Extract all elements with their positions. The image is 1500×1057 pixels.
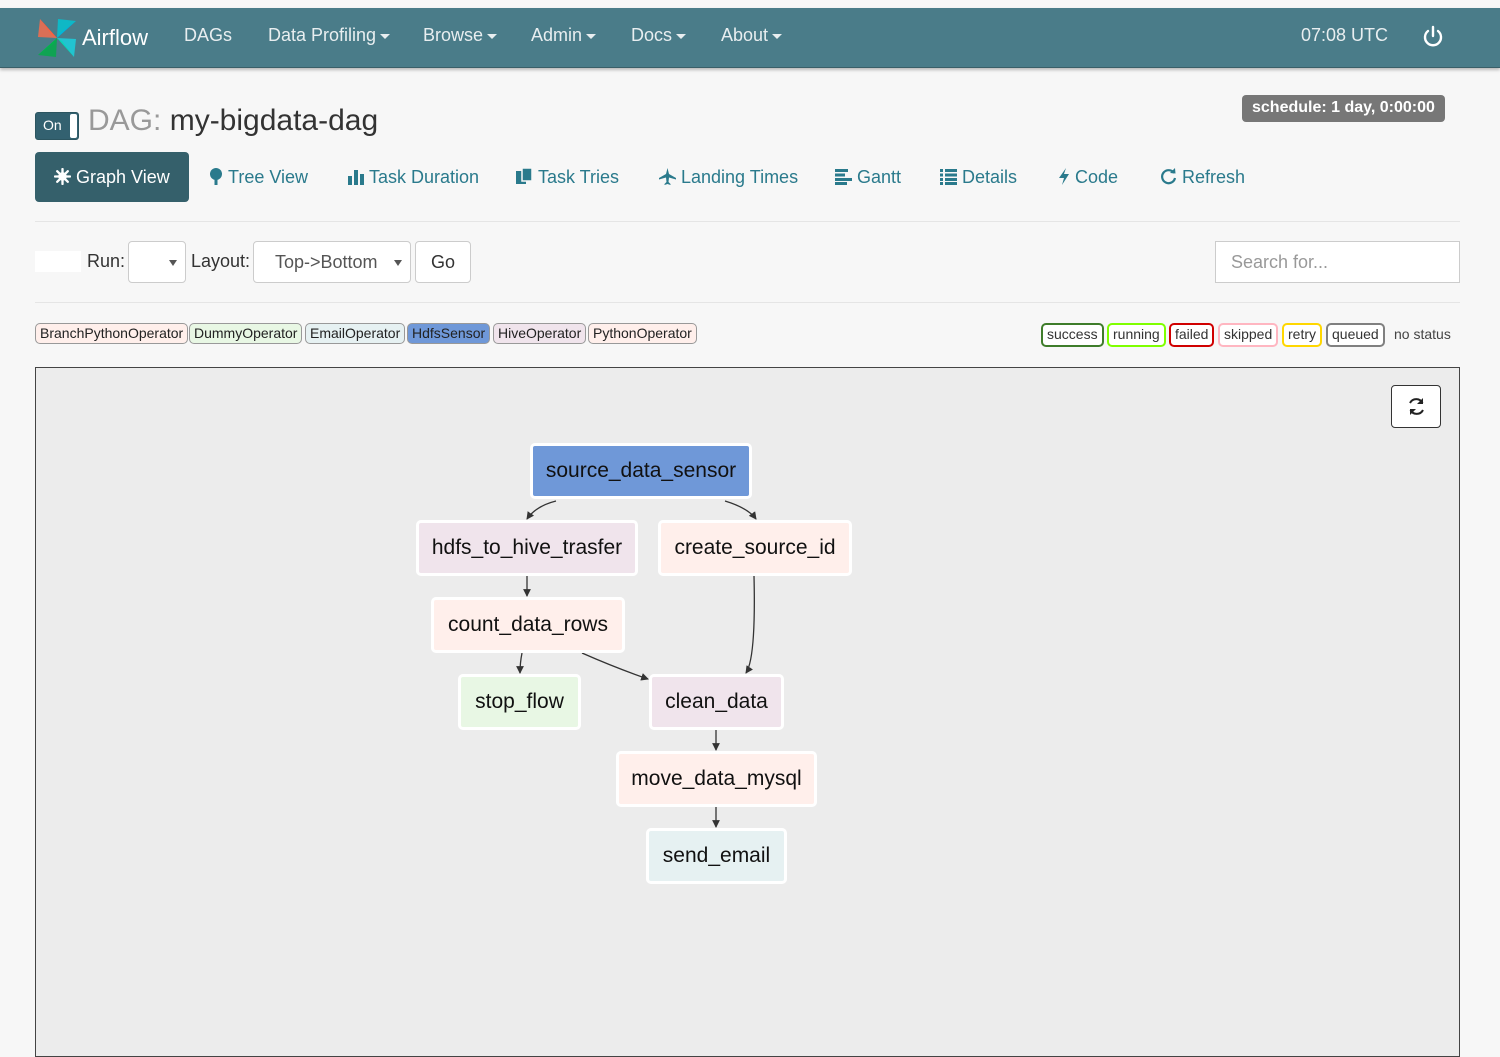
tab-details[interactable]: Details: [940, 152, 1017, 202]
nav-docs[interactable]: Docs: [631, 8, 687, 68]
bar-chart-icon: [348, 170, 364, 185]
tab-label: Gantt: [857, 167, 902, 187]
refresh-icon: [1409, 398, 1424, 415]
nav-browse[interactable]: Browse: [423, 8, 498, 68]
task-node-send-email[interactable]: send_email: [646, 828, 787, 884]
nav-browse-label: Browse: [423, 25, 484, 45]
base-date-field[interactable]: [35, 251, 81, 272]
tab-task-tries[interactable]: Task Tries: [516, 152, 619, 202]
nav-about-label: About: [721, 25, 769, 45]
run-label: Run:: [87, 251, 126, 271]
tab-label: Details: [962, 167, 1018, 187]
task-node-move-data-mysql[interactable]: move_data_mysql: [616, 751, 817, 807]
power-icon[interactable]: [1421, 25, 1445, 49]
tab-code[interactable]: Code: [1058, 152, 1118, 202]
layout-select-value: Top->Bottom: [275, 252, 378, 272]
schedule-badge: schedule: 1 day, 0:00:00: [1242, 95, 1445, 122]
operator-tag: DummyOperator: [189, 323, 303, 344]
page-title: DAG: my-bigdata-dag: [88, 104, 378, 138]
operator-tag: HdfsSensor: [407, 323, 491, 344]
tab-tree-view[interactable]: Tree View: [209, 152, 308, 202]
tab-task-duration[interactable]: Task Duration: [348, 152, 479, 202]
tab-label: Landing Times: [681, 167, 799, 187]
operator-tag: EmailOperator: [305, 323, 406, 344]
nav-data-profiling[interactable]: Data Profiling: [268, 8, 391, 68]
nav-dags-label: DAGs: [184, 25, 233, 45]
graph-refresh-button[interactable]: [1391, 385, 1441, 428]
tab-label: Code: [1075, 167, 1119, 187]
tab-gantt[interactable]: Gantt: [835, 152, 901, 202]
tab-refresh[interactable]: Refresh: [1160, 152, 1245, 202]
dag-graph-canvas[interactable]: source_data_sensor hdfs_to_hive_trasfer …: [35, 367, 1460, 1057]
divider: [35, 221, 1460, 222]
edge-create-to-clean: [745, 575, 755, 674]
dag-name: my-bigdata-dag: [169, 104, 379, 137]
plane-icon: [659, 168, 676, 185]
task-node-hdfs-to-hive-trasfer[interactable]: hdfs_to_hive_trasfer: [416, 520, 638, 576]
divider: [35, 302, 1460, 303]
duplicate-icon: [516, 167, 533, 184]
status-filter-success[interactable]: success: [1041, 323, 1104, 347]
nav-dags[interactable]: DAGs: [184, 8, 232, 68]
search-input[interactable]: [1215, 241, 1460, 283]
task-node-source-data-sensor[interactable]: source_data_sensor: [530, 443, 752, 499]
run-select-value: [129, 252, 141, 272]
run-select[interactable]: [128, 241, 186, 283]
top-navbar: Airflow DAGs Data Profiling Browse Admin…: [0, 8, 1500, 68]
toggle-knob: [70, 114, 77, 138]
layout-select[interactable]: Top->Bottom: [253, 241, 411, 283]
status-filter-skipped[interactable]: skipped: [1218, 323, 1279, 347]
tab-label: Graph View: [76, 167, 170, 187]
caret-down-icon: [676, 33, 687, 39]
dag-prefix: DAG:: [88, 104, 162, 137]
flash-icon: [1059, 168, 1069, 185]
status-filter-failed[interactable]: failed: [1169, 323, 1215, 347]
brand-name: Airflow: [82, 25, 149, 50]
tree-icon: [210, 168, 222, 185]
status-filter-queued[interactable]: queued: [1326, 323, 1385, 347]
status-filter-running[interactable]: running: [1107, 323, 1166, 347]
asterisk-icon: [53, 167, 72, 186]
task-node-count-data-rows[interactable]: count_data_rows: [431, 597, 625, 653]
status-filter-retry[interactable]: retry: [1282, 323, 1322, 347]
tab-graph-view[interactable]: Graph View: [35, 152, 189, 202]
caret-down-icon: [487, 33, 498, 39]
caret-down-icon: [772, 33, 783, 39]
tab-label: Task Tries: [538, 167, 620, 187]
toggle-label: On: [43, 117, 62, 133]
operator-tag: BranchPythonOperator: [35, 323, 189, 344]
edge-source-to-create: [724, 500, 757, 520]
status-filter-no-status[interactable]: no status: [1394, 326, 1451, 342]
nav-about[interactable]: About: [721, 8, 783, 68]
task-node-clean-data[interactable]: clean_data: [649, 674, 784, 730]
tab-label: Task Duration: [369, 167, 480, 187]
caret-down-icon: [169, 260, 177, 266]
nav-docs-label: Docs: [631, 25, 673, 45]
nav-data-profiling-label: Data Profiling: [268, 25, 377, 45]
layout-label: Layout:: [191, 251, 251, 271]
task-node-create-source-id[interactable]: create_source_id: [658, 520, 852, 576]
nav-admin-label: Admin: [531, 25, 583, 45]
tab-landing-times[interactable]: Landing Times: [659, 152, 798, 202]
pinwheel-logo-icon: [38, 19, 76, 57]
go-button[interactable]: Go: [415, 241, 471, 283]
tab-label: Refresh: [1182, 167, 1246, 187]
edge-count-to-stop: [516, 652, 524, 674]
refresh-icon: [1161, 168, 1177, 185]
caret-down-icon: [586, 33, 597, 39]
operator-tag: PythonOperator: [588, 323, 697, 344]
operator-tag: HiveOperator: [493, 323, 587, 344]
caret-down-icon: [394, 260, 402, 266]
tab-label: Tree View: [228, 167, 309, 187]
nav-admin[interactable]: Admin: [531, 8, 597, 68]
brand[interactable]: Airflow: [36, 17, 148, 59]
caret-down-icon: [380, 33, 391, 39]
utc-clock: 07:08 UTC: [1301, 25, 1389, 45]
dag-on-off-toggle[interactable]: On: [35, 112, 79, 140]
edge-source-to-hdfs: [526, 500, 557, 520]
list-icon: [940, 169, 957, 185]
edge-count-to-clean: [581, 652, 649, 681]
align-left-icon: [835, 169, 852, 185]
task-node-stop-flow[interactable]: stop_flow: [458, 674, 581, 730]
